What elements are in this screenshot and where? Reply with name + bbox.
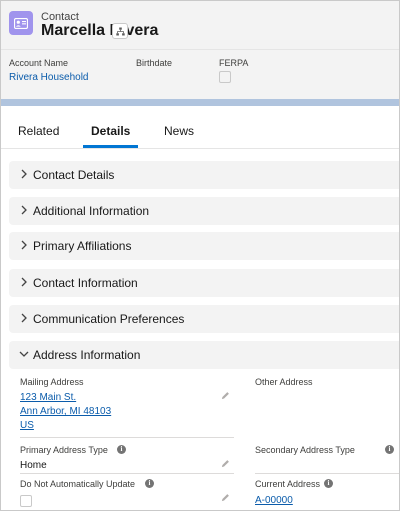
chevron-right-icon — [21, 169, 27, 179]
do-not-update-label: Do Not Automatically Update — [20, 479, 136, 489]
ferpa-label: FERPA — [219, 58, 249, 68]
field-divider — [20, 437, 234, 438]
record-page: Contact Marcella Rivera Account Name Riv… — [0, 0, 400, 511]
edit-do-not-update-pencil-icon[interactable] — [221, 493, 230, 502]
section-title: Contact Information — [33, 276, 138, 290]
mailing-address-label: Mailing Address — [20, 377, 84, 387]
tab-related[interactable]: Related — [18, 124, 59, 138]
tab-details[interactable]: Details — [91, 124, 130, 138]
tab-news[interactable]: News — [164, 124, 194, 138]
primary-address-type-label: Primary Address Type — [20, 445, 108, 455]
field-divider — [20, 473, 234, 474]
section-title: Address Information — [33, 348, 141, 362]
info-icon[interactable]: i — [117, 445, 126, 454]
section-additional-information[interactable]: Additional Information — [9, 197, 399, 225]
info-icon[interactable]: i — [145, 479, 154, 488]
chevron-right-icon — [21, 277, 27, 287]
record-name: Marcella Rivera — [41, 22, 159, 39]
edit-mailing-address-pencil-icon[interactable] — [221, 391, 230, 400]
other-address-label: Other Address — [255, 377, 313, 387]
section-contact-details[interactable]: Contact Details — [9, 161, 399, 189]
info-icon[interactable]: i — [385, 445, 394, 454]
section-title: Contact Details — [33, 168, 115, 182]
current-address-link[interactable]: A-00000 — [255, 494, 293, 508]
info-icon[interactable]: i — [324, 479, 333, 488]
section-title: Primary Affiliations — [33, 239, 132, 253]
birthdate-label: Birthdate — [136, 58, 173, 68]
section-title: Additional Information — [33, 204, 150, 218]
section-primary-affiliations[interactable]: Primary Affiliations — [9, 232, 399, 260]
chevron-down-icon — [19, 351, 29, 357]
do-not-update-checkbox — [20, 495, 32, 507]
ferpa-checkbox — [219, 71, 231, 83]
section-title: Communication Preferences — [33, 312, 185, 326]
page-band — [1, 99, 399, 106]
secondary-address-type-label: Secondary Address Type — [255, 445, 355, 455]
hierarchy-icon — [115, 27, 125, 35]
section-contact-information[interactable]: Contact Information — [9, 269, 399, 297]
field-divider — [255, 473, 399, 474]
chevron-right-icon — [21, 205, 27, 215]
mailing-address-line3[interactable]: US — [20, 419, 34, 433]
mailing-address-line1[interactable]: 123 Main St. — [20, 391, 76, 405]
current-address-label: Current Address — [255, 479, 321, 489]
view-hierarchy-button[interactable] — [112, 23, 128, 39]
active-tab-indicator — [83, 145, 138, 148]
primary-address-type-value: Home — [20, 460, 47, 471]
account-name-link[interactable]: Rivera Household — [9, 72, 89, 83]
account-name-label: Account Name — [9, 58, 69, 68]
chevron-right-icon — [21, 240, 27, 250]
contact-card-icon — [9, 11, 33, 35]
section-communication-preferences[interactable]: Communication Preferences — [9, 305, 399, 333]
chevron-right-icon — [21, 313, 27, 323]
edit-primary-address-type-pencil-icon[interactable] — [221, 459, 230, 468]
mailing-address-line2[interactable]: Ann Arbor, MI 48103 — [20, 405, 111, 419]
section-address-information[interactable]: Address Information — [9, 341, 399, 369]
highlights-panel: Account Name Rivera Household Birthdate … — [1, 49, 399, 100]
record-tabs: Related Details News — [1, 106, 399, 149]
record-header: Contact Marcella Rivera — [1, 1, 399, 49]
